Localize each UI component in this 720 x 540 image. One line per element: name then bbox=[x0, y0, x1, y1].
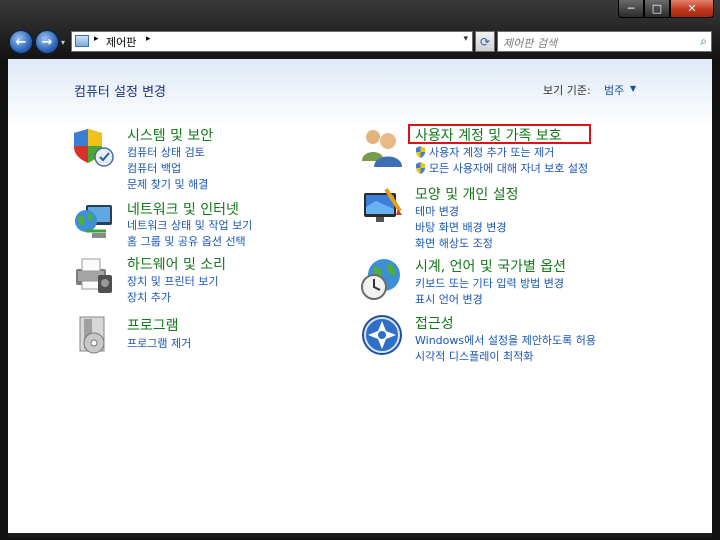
breadcrumb-control-panel[interactable]: 제어판 bbox=[106, 34, 136, 50]
link-network-status-tasks[interactable]: 네트워크 상태 및 작업 보기 bbox=[127, 217, 252, 233]
control-panel-icon bbox=[75, 35, 89, 47]
link-uninstall-program[interactable]: 프로그램 제거 bbox=[127, 335, 191, 351]
category-appearance[interactable]: 모양 및 개인 설정 bbox=[415, 184, 519, 204]
clock-globe-icon[interactable] bbox=[360, 257, 404, 301]
link-parental-controls-label[interactable]: 모든 사용자에 대해 자녀 보호 설정 bbox=[429, 162, 588, 175]
link-change-theme[interactable]: 테마 변경 bbox=[415, 203, 459, 219]
link-add-remove-accounts-label[interactable]: 사용자 계정 추가 또는 제거 bbox=[429, 146, 554, 159]
back-button[interactable]: ← bbox=[9, 30, 33, 54]
category-network-internet[interactable]: 네트워크 및 인터넷 bbox=[127, 199, 239, 219]
uac-shield-icon bbox=[416, 162, 425, 174]
uac-shield-icon bbox=[416, 146, 425, 158]
link-homegroup-sharing[interactable]: 홈 그룹 및 공유 옵션 선택 bbox=[127, 233, 246, 249]
ease-of-access-icon[interactable] bbox=[360, 313, 404, 357]
category-ease-of-access[interactable]: 접근성 bbox=[415, 313, 454, 333]
network-globe-icon[interactable] bbox=[72, 199, 116, 243]
window-bottom-border bbox=[8, 533, 712, 538]
shield-check-icon[interactable] bbox=[72, 125, 116, 169]
link-optimize-visual-display[interactable]: 시각적 디스플레이 최적화 bbox=[415, 348, 533, 364]
link-add-remove-accounts[interactable]: 사용자 계정 추가 또는 제거 bbox=[415, 144, 554, 160]
printer-icon[interactable] bbox=[72, 253, 116, 297]
monitor-paint-icon[interactable] bbox=[360, 185, 404, 229]
view-by-label: 보기 기준: bbox=[543, 84, 591, 97]
minimize-button[interactable]: ─ bbox=[618, 0, 644, 18]
recent-pages-dropdown[interactable]: ▾ bbox=[61, 38, 65, 47]
breadcrumb-separator-icon[interactable]: ▸ bbox=[146, 34, 151, 44]
link-add-device[interactable]: 장치 추가 bbox=[127, 289, 171, 305]
category-system-security[interactable]: 시스템 및 보안 bbox=[127, 125, 213, 145]
breadcrumb-separator-icon[interactable]: ▸ bbox=[94, 34, 99, 44]
refresh-button[interactable]: ⟳ bbox=[475, 31, 495, 52]
search-icon[interactable]: ⌕ bbox=[700, 34, 707, 49]
close-button[interactable]: ✕ bbox=[670, 0, 714, 18]
view-by-arrow-icon[interactable]: ▼ bbox=[630, 84, 636, 93]
category-clock-language-region[interactable]: 시계, 언어 및 국가별 옵션 bbox=[415, 256, 566, 276]
category-user-accounts[interactable]: 사용자 계정 및 가족 보호 bbox=[415, 125, 562, 145]
caption-buttons: ─ □ ✕ bbox=[618, 0, 714, 18]
page-title: 컴퓨터 설정 변경 bbox=[74, 85, 166, 100]
link-find-fix-problems[interactable]: 문제 찾기 및 해결 bbox=[127, 176, 208, 192]
program-box-icon[interactable] bbox=[72, 313, 116, 357]
link-parental-controls[interactable]: 모든 사용자에 대해 자녀 보호 설정 bbox=[415, 160, 588, 176]
search-placeholder: 제어판 검색 bbox=[503, 37, 558, 50]
link-review-computer-status[interactable]: 컴퓨터 상태 검토 bbox=[127, 144, 205, 160]
link-let-windows-suggest[interactable]: Windows에서 설정을 제안하도록 허용 bbox=[415, 332, 596, 348]
main-content: 컴퓨터 설정 변경 보기 기준: 범주 ▼ 시스템 및 보안 컴퓨터 상태 검토… bbox=[8, 59, 712, 533]
maximize-button[interactable]: □ bbox=[644, 0, 670, 18]
view-by-dropdown[interactable]: 범주 bbox=[604, 82, 624, 98]
navigation-bar: ← → ▾ ▸ 제어판 ▸ ▾ ⟳ 제어판 검색 ⌕ bbox=[8, 29, 712, 55]
search-input[interactable]: 제어판 검색 ⌕ bbox=[497, 31, 712, 52]
link-keyboard-input[interactable]: 키보드 또는 기타 입력 방법 변경 bbox=[415, 275, 564, 291]
forward-button[interactable]: → bbox=[35, 30, 59, 54]
link-devices-printers[interactable]: 장치 및 프린터 보기 bbox=[127, 273, 218, 289]
category-hardware-sound[interactable]: 하드웨어 및 소리 bbox=[127, 254, 226, 274]
address-dropdown-icon[interactable]: ▾ bbox=[463, 34, 468, 44]
link-adjust-resolution[interactable]: 화면 해상도 조정 bbox=[415, 235, 493, 251]
category-programs[interactable]: 프로그램 bbox=[127, 315, 179, 335]
control-panel-window: ─ □ ✕ ← → ▾ ▸ 제어판 ▸ ▾ ⟳ 제어판 검색 ⌕ 컴퓨터 설정 … bbox=[0, 0, 720, 540]
link-display-language[interactable]: 표시 언어 변경 bbox=[415, 291, 483, 307]
address-bar[interactable]: ▸ 제어판 ▸ ▾ bbox=[71, 31, 473, 52]
users-icon[interactable] bbox=[360, 125, 404, 169]
link-change-background[interactable]: 바탕 화면 배경 변경 bbox=[415, 219, 506, 235]
link-backup-computer[interactable]: 컴퓨터 백업 bbox=[127, 160, 181, 176]
